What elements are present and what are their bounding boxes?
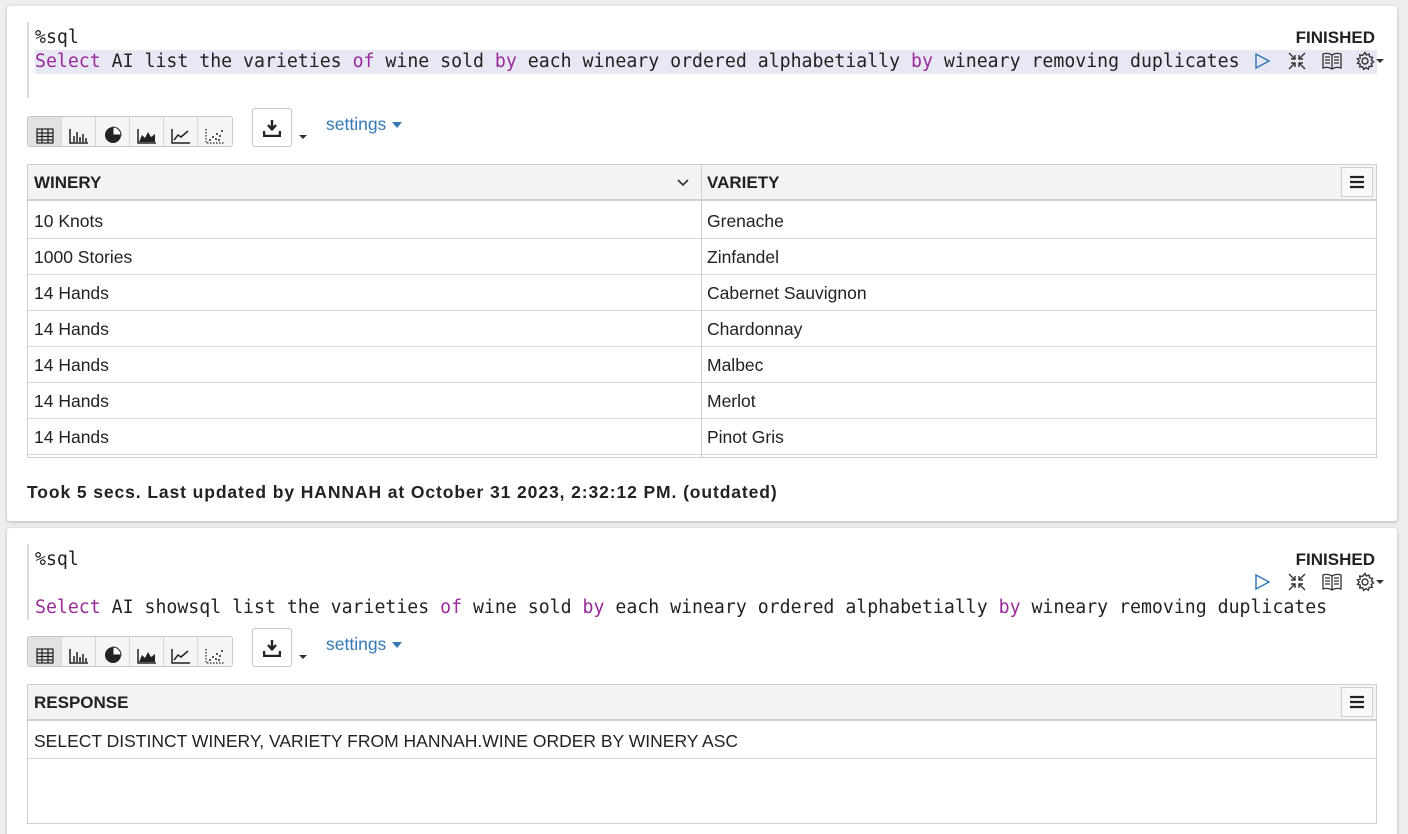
sql-keyword: Select [35,597,101,618]
settings-label: settings [326,634,387,654]
column-header-winery[interactable]: WINERY [28,165,701,201]
sql-keyword: of [352,51,375,72]
download-dropdown[interactable] [298,126,307,144]
pie-chart-icon[interactable] [96,117,130,146]
settings-dropdown[interactable]: settings [326,634,403,655]
play-icon[interactable] [1250,49,1274,73]
query-line[interactable]: Select AI list the varieties of wine sol… [35,50,1377,74]
menu-icon [1350,695,1364,709]
table-row: 14 Hands Pinot Gris [28,419,1376,455]
table-row: 1000 Stories Zinfandel [28,239,1376,275]
table-cell: Grenache [707,211,784,231]
table-cell: 1000 Stories [34,247,133,267]
table-cell: SELECT DISTINCT WINERY, VARIETY FROM HAN… [34,731,739,751]
table-header: RESPONSE [28,685,1376,721]
paragraph-toolbar [1250,570,1384,594]
area-chart-icon[interactable] [130,117,164,146]
menu-icon [1350,175,1364,189]
magic-line: %sql [35,549,79,570]
pie-chart-icon[interactable] [96,637,130,666]
area-chart-icon[interactable] [130,637,164,666]
column-divider [701,165,702,457]
grid-menu-button[interactable] [1341,167,1373,197]
book-icon[interactable] [1320,570,1344,594]
run-status-footer: Took 5 secs. Last updated by HANNAH at O… [27,482,778,502]
paragraph-toolbar [1250,49,1384,73]
sql-keyword: by [494,51,517,72]
scatter-chart-icon[interactable] [198,117,232,146]
chevron-down-icon[interactable] [677,165,689,201]
table-icon[interactable] [28,637,62,666]
table-row: 14 Hands Cabernet Sauvignon [28,275,1376,311]
visualization-toolbar [27,636,233,667]
scatter-chart-icon[interactable] [198,637,232,666]
gear-icon[interactable] [1355,51,1384,71]
status-label: FINISHED [1295,28,1375,47]
table-row: 10 Knots Grenache [28,203,1376,239]
visualization-toolbar [27,116,233,147]
table-cell: Cabernet Sauvignon [707,283,867,303]
line-chart-icon[interactable] [164,117,198,146]
table-cell: Merlot [707,391,756,411]
download-button[interactable] [252,108,292,147]
result-table: WINERY VARIETY 10 Knots Grenache 1000 Stor… [27,164,1377,458]
gear-icon[interactable] [1355,572,1384,592]
bar-chart-icon[interactable] [62,117,96,146]
table-header: WINERY VARIETY [28,165,1376,201]
bar-chart-icon[interactable] [62,637,96,666]
download-icon [263,639,281,657]
table-cell: 14 Hands [34,391,109,411]
download-button[interactable] [252,628,292,667]
column-header-variety[interactable]: VARIETY [701,165,1376,201]
sql-keyword: by [911,51,933,72]
table-cell: Chardonnay [707,319,803,339]
sql-text: wine sold [374,51,495,72]
sql-keyword: by [582,597,605,618]
sql-text: AI showsql list the varieties [100,597,441,618]
collapse-icon[interactable] [1285,49,1309,73]
table-cell: Malbec [707,355,764,375]
table-cell: 14 Hands [34,319,109,339]
sql-text: each wineary ordered alphabetially [516,51,912,72]
sql-text: wineary removing duplicates [1020,597,1328,618]
sql-keyword: by [998,597,1021,618]
download-dropdown[interactable] [298,646,307,664]
code-editor[interactable]: %sql Select AI list the varieties of win… [27,22,1377,98]
paragraph-1: %sql Select AI list the varieties of win… [7,6,1397,521]
table-row: SELECT DISTINCT WINERY, VARIETY FROM HAN… [28,723,1376,759]
status-label: FINISHED [1295,550,1375,569]
settings-dropdown[interactable]: settings [326,114,403,135]
table-cell: 14 Hands [34,355,109,375]
table-cell: 14 Hands [34,427,109,447]
query-line[interactable]: Select AI showsql list the varieties of … [35,596,1327,620]
table-cell: 14 Hands [34,283,109,303]
sql-text: wine sold [462,597,583,618]
table-icon[interactable] [28,117,62,146]
table-cell: 10 Knots [34,211,104,231]
download-icon [263,119,281,137]
sql-text: each wineary ordered alphabetially [604,597,999,618]
settings-label: settings [326,114,387,134]
play-icon[interactable] [1250,570,1274,594]
sql-keyword: of [440,597,463,618]
sql-keyword: Select [35,51,101,72]
sql-text: AI list the varieties [100,51,353,72]
table-row: 14 Hands Merlot [28,383,1376,419]
magic-line: %sql [35,27,79,48]
table-row: 14 Hands Malbec [28,347,1376,383]
grid-menu-button[interactable] [1341,687,1373,717]
table-row: 14 Hands Chardonnay [28,311,1376,347]
sql-text: wineary removing duplicates [932,51,1240,72]
result-table: RESPONSE SELECT DISTINCT WINERY, VARIETY… [27,684,1377,824]
book-icon[interactable] [1320,49,1344,73]
table-cell: Zinfandel [707,247,779,267]
paragraph-2: %sql Select AI showsql list the varietie… [7,528,1397,834]
line-chart-icon[interactable] [164,637,198,666]
code-editor[interactable]: %sql Select AI showsql list the varietie… [27,544,1377,620]
column-header-response[interactable]: RESPONSE [28,685,1328,721]
collapse-icon[interactable] [1285,570,1309,594]
table-cell: Pinot Gris [707,427,784,447]
